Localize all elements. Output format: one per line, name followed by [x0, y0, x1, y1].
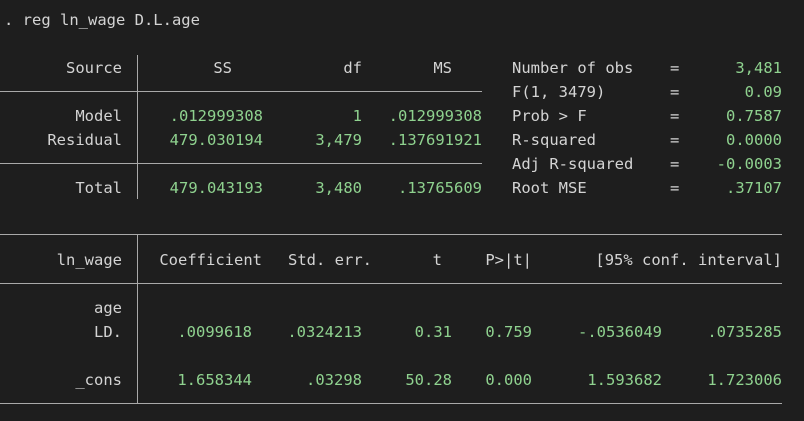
coef-row-ci-low: 1.593682	[587, 371, 662, 389]
anova-header-rule-right	[138, 91, 482, 92]
coef-header-rule-right	[138, 283, 782, 284]
anova-row-ss: 479.030194	[169, 131, 263, 149]
anova-header-ss: SS	[213, 59, 232, 77]
coef-row-coef: .0099618	[177, 323, 252, 341]
anova-column-divider	[137, 55, 138, 199]
stat-equals: =	[670, 59, 680, 77]
anova-row-df: 3,480	[315, 179, 362, 197]
stat-equals: =	[670, 107, 680, 125]
stat-label: F(1, 3479)	[512, 83, 606, 101]
stat-equals: =	[670, 179, 680, 197]
anova-row-ms: .012999308	[388, 107, 482, 125]
coef-group-label: age	[94, 299, 122, 317]
stat-value: 3,481	[735, 59, 782, 77]
stat-label: Root MSE	[512, 179, 587, 197]
coef-row-t: 0.31	[414, 323, 452, 341]
anova-row-source: Model	[75, 107, 122, 125]
stat-label: Number of obs	[512, 59, 634, 77]
coef-row-p: 0.759	[485, 323, 532, 341]
stat-value: 0.09	[744, 83, 782, 101]
anova-total-rule-left	[0, 163, 137, 164]
anova-row-ss: .012999308	[169, 107, 263, 125]
coef-header-ci: [95% conf. interval]	[595, 251, 782, 269]
coef-header-std-err: Std. err.	[288, 251, 372, 269]
stat-label: Adj R-squared	[512, 155, 634, 173]
coef-top-rule-right	[138, 234, 782, 235]
coef-row-ci-high: .0735285	[707, 323, 782, 341]
stat-equals: =	[670, 83, 680, 101]
coef-bottom-rule-right	[138, 403, 782, 404]
coef-column-divider	[137, 234, 138, 404]
coef-top-rule-left	[0, 234, 137, 235]
anova-header-ms: MS	[433, 59, 452, 77]
anova-header-rule-left	[0, 91, 137, 92]
stat-equals: =	[670, 131, 680, 149]
stat-value: .37107	[726, 179, 782, 197]
anova-row-source: Residual	[47, 131, 122, 149]
coef-row-p: 0.000	[485, 371, 532, 389]
coef-row-ci-low: -.0536049	[578, 323, 662, 341]
stat-label: R-squared	[512, 131, 596, 149]
coef-row-var: LD.	[94, 323, 122, 341]
coef-row-se: .0324213	[287, 323, 362, 341]
coef-row-se: .03298	[306, 371, 362, 389]
coef-header-var: ln_wage	[56, 251, 122, 269]
anova-row-df: 3,479	[315, 131, 362, 149]
coef-row-t: 50.28	[405, 371, 452, 389]
anova-row-ms: .13765609	[398, 179, 482, 197]
coef-row-coef: 1.658344	[177, 371, 252, 389]
anova-header-source: Source	[66, 59, 122, 77]
anova-row-ss: 479.043193	[169, 179, 263, 197]
anova-header-df: df	[343, 59, 362, 77]
coef-header-coefficient: Coefficient	[159, 251, 262, 269]
anova-row-df: 1	[352, 107, 362, 125]
stat-value: -0.0003	[716, 155, 782, 173]
stat-value: 0.0000	[726, 131, 782, 149]
coef-header-t: t	[432, 251, 442, 269]
coef-header-rule-left	[0, 283, 137, 284]
coef-row-ci-high: 1.723006	[707, 371, 782, 389]
anova-row-source: Total	[75, 179, 122, 197]
coef-bottom-rule-left	[0, 403, 137, 404]
anova-row-ms: .137691921	[388, 131, 482, 149]
anova-total-rule-right	[138, 163, 482, 164]
coef-row-var: _cons	[75, 371, 122, 389]
stat-label: Prob > F	[512, 107, 587, 125]
coef-header-p: P>|t|	[485, 251, 532, 269]
stat-equals: =	[670, 155, 680, 173]
command-line: . reg ln_wage D.L.age	[4, 11, 200, 29]
stat-value: 0.7587	[726, 107, 782, 125]
